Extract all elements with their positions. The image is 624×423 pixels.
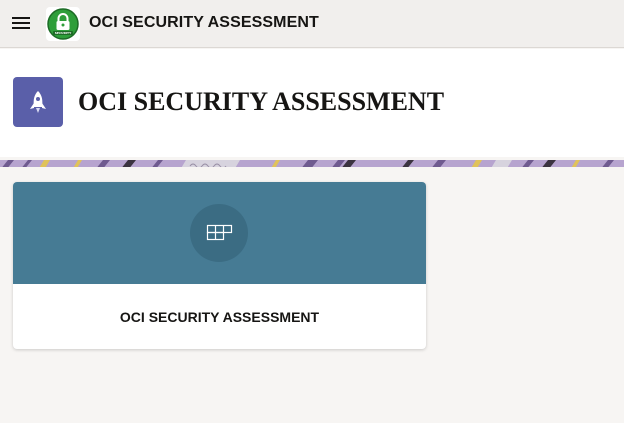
- rocket-icon: [13, 77, 63, 127]
- padlock-security-badge-icon: SECURITY: [47, 8, 79, 40]
- security-logo[interactable]: SECURITY: [46, 7, 80, 41]
- decorative-pattern-strip: [0, 157, 624, 167]
- logo-text: SECURITY: [55, 31, 72, 35]
- app-title: OCI SECURITY ASSESSMENT: [89, 14, 319, 31]
- assessment-card[interactable]: OCI SECURITY ASSESSMENT: [13, 182, 426, 349]
- card-title: OCI SECURITY ASSESSMENT: [119, 309, 320, 325]
- card-banner: [13, 182, 426, 284]
- hamburger-menu-icon[interactable]: [12, 16, 32, 32]
- page-title: OCI SECURITY ASSESSMENT: [78, 87, 445, 116]
- grid-icon: [206, 224, 233, 241]
- page-header: OCI SECURITY ASSESSMENT: [0, 49, 624, 157]
- top-app-bar: SECURITY OCI SECURITY ASSESSMENT: [0, 0, 624, 48]
- card-icon-circle: [190, 204, 248, 262]
